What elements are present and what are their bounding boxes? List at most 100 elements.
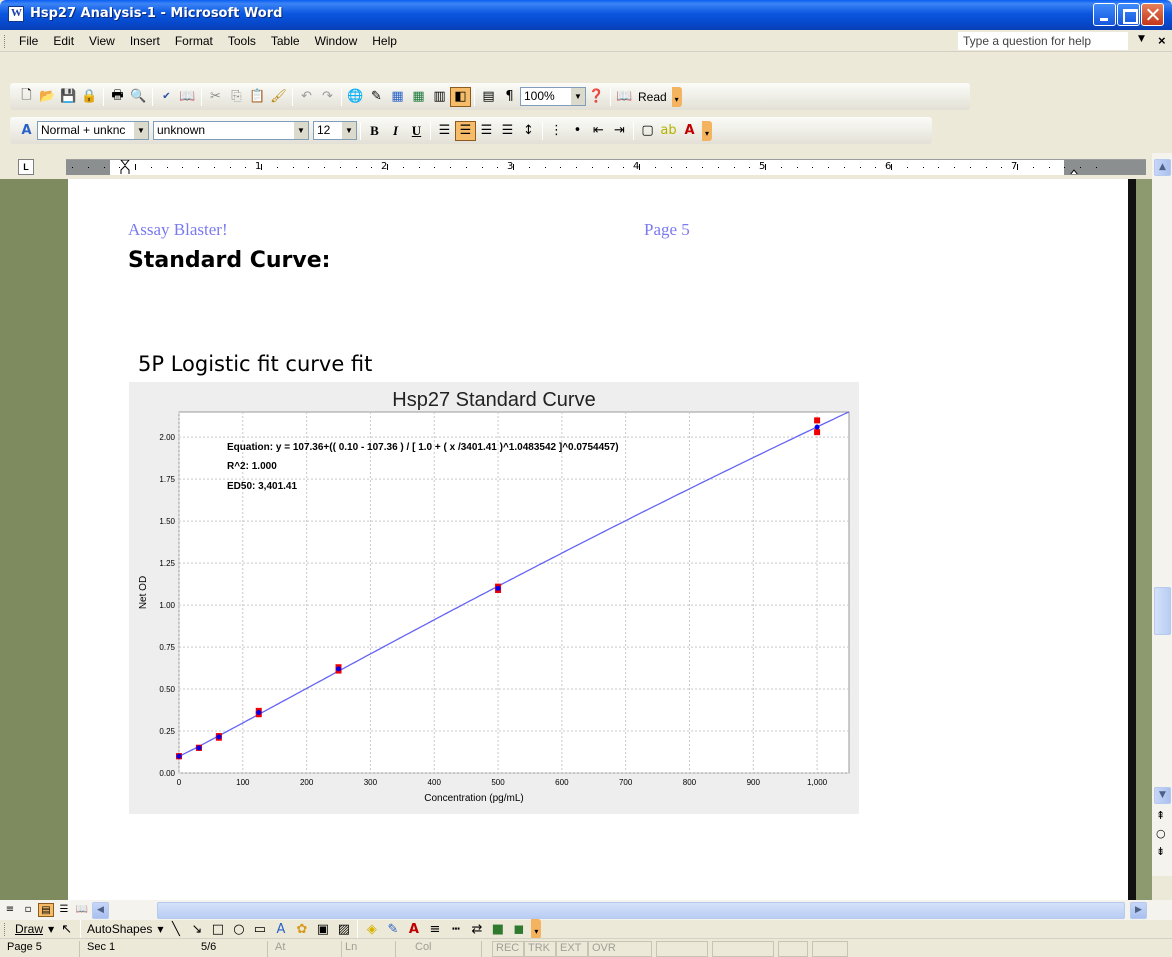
scroll-up-icon[interactable]: ▲ bbox=[1154, 159, 1171, 176]
scroll-down-icon[interactable]: ▼ bbox=[1154, 787, 1171, 804]
horizontal-ruler[interactable]: 1 2 3 4 5 6 7 bbox=[66, 159, 1146, 175]
print-layout-icon[interactable]: ▤ bbox=[38, 903, 54, 917]
highlight-icon[interactable]: ab bbox=[658, 121, 679, 141]
right-indent-marker[interactable] bbox=[1069, 160, 1079, 174]
document-map-icon[interactable]: ▤ bbox=[478, 87, 499, 107]
3d-style-icon[interactable]: ◼ bbox=[508, 919, 529, 939]
new-document-icon[interactable]: 🗋 bbox=[16, 87, 37, 107]
drawing-icon[interactable]: ◧ bbox=[450, 86, 471, 107]
vertical-scroll-thumb[interactable] bbox=[1154, 587, 1171, 635]
draw-toolbar-options-icon[interactable]: ▾ bbox=[531, 919, 542, 939]
close-document-icon[interactable]: × bbox=[1158, 33, 1166, 48]
draw-menu-button[interactable]: Draw bbox=[12, 922, 46, 936]
rectangle-icon[interactable]: □ bbox=[207, 919, 228, 939]
select-objects-icon[interactable]: ↖ bbox=[56, 919, 77, 939]
format-toolbar-options-icon[interactable]: ▾ bbox=[702, 120, 712, 141]
format-painter-icon[interactable]: 🖌 bbox=[268, 87, 289, 107]
scroll-left-icon[interactable]: ◀ bbox=[92, 902, 109, 919]
menu-file[interactable]: File bbox=[12, 34, 46, 48]
align-right-icon[interactable]: ☰ bbox=[476, 121, 497, 141]
save-icon[interactable]: 💾 bbox=[58, 87, 79, 107]
permission-icon[interactable]: 🔒 bbox=[79, 87, 100, 107]
menu-tools[interactable]: Tools bbox=[221, 34, 264, 48]
hyperlink-icon[interactable]: 🌐 bbox=[345, 87, 366, 107]
help-dropdown-icon[interactable]: ▼ bbox=[1138, 34, 1145, 44]
tables-borders-icon[interactable]: ✎ bbox=[366, 87, 387, 107]
menu-insert[interactable]: Insert bbox=[123, 34, 168, 48]
outline-view-icon[interactable]: ☰ bbox=[56, 903, 72, 917]
underline-icon[interactable]: U bbox=[406, 121, 427, 141]
print-preview-icon[interactable]: 🔍 bbox=[128, 87, 149, 107]
cut-icon[interactable]: ✂ bbox=[205, 87, 226, 107]
menu-window[interactable]: Window bbox=[308, 34, 366, 48]
style-dropdown-icon[interactable]: ▼ bbox=[134, 122, 148, 139]
copy-icon[interactable]: ⎘ bbox=[226, 87, 247, 107]
open-folder-icon[interactable]: 📂 bbox=[37, 87, 58, 107]
reading-layout-icon[interactable]: 📖 bbox=[74, 903, 90, 917]
draw-font-color-icon[interactable]: A bbox=[403, 919, 424, 939]
draw-dropdown-icon[interactable]: ▼ bbox=[46, 919, 56, 939]
wordart-icon[interactable]: A bbox=[270, 919, 291, 939]
arrow-icon[interactable]: ↘ bbox=[186, 919, 207, 939]
spelling-icon[interactable]: ✔ bbox=[156, 87, 177, 107]
left-indent-marker[interactable] bbox=[120, 160, 130, 174]
zoom-select[interactable]: 100% ▼ bbox=[520, 87, 586, 106]
font-color-icon[interactable]: A bbox=[679, 121, 700, 141]
close-window-button[interactable] bbox=[1141, 3, 1164, 26]
status-ovr[interactable]: OVR bbox=[588, 941, 652, 957]
menu-edit[interactable]: Edit bbox=[46, 34, 82, 48]
align-center-icon[interactable]: ☰ bbox=[455, 120, 476, 141]
help-icon[interactable]: ❓ bbox=[586, 87, 607, 107]
bullets-icon[interactable]: • bbox=[567, 121, 588, 141]
dash-style-icon[interactable]: ┅ bbox=[445, 919, 466, 939]
menu-view[interactable]: View bbox=[82, 34, 123, 48]
insert-picture-icon[interactable]: ▨ bbox=[333, 919, 354, 939]
font-size-dropdown-icon[interactable]: ▼ bbox=[342, 122, 356, 139]
show-hide-icon[interactable]: ¶ bbox=[499, 87, 520, 107]
status-rec[interactable]: REC bbox=[492, 941, 524, 957]
styles-formatting-icon[interactable]: A bbox=[16, 121, 37, 141]
line-style-icon[interactable]: ≡ bbox=[424, 919, 445, 939]
status-spelling[interactable] bbox=[712, 941, 774, 957]
text-box-icon[interactable]: ▭ bbox=[249, 919, 270, 939]
bold-icon[interactable]: B bbox=[364, 121, 385, 141]
undo-icon[interactable]: ↶ bbox=[296, 87, 317, 107]
line-color-icon[interactable]: ✎ bbox=[382, 919, 403, 939]
fill-color-icon[interactable]: ◈ bbox=[361, 919, 382, 939]
font-dropdown-icon[interactable]: ▼ bbox=[294, 122, 308, 139]
shadow-style-icon[interactable]: ■ bbox=[487, 919, 508, 939]
arrow-style-icon[interactable]: ⇄ bbox=[466, 919, 487, 939]
line-icon[interactable]: ╲ bbox=[165, 919, 186, 939]
italic-icon[interactable]: I bbox=[385, 121, 406, 141]
scroll-right-icon[interactable]: ▶ bbox=[1130, 902, 1147, 919]
minimize-button[interactable] bbox=[1093, 3, 1116, 26]
read-icon[interactable]: 📖 bbox=[614, 87, 635, 107]
previous-page-icon[interactable]: ⇞ bbox=[1156, 809, 1165, 822]
toolbar-options-icon[interactable]: ▾ bbox=[671, 86, 682, 107]
menu-help[interactable]: Help bbox=[365, 34, 405, 48]
font-select[interactable]: unknown ▼ bbox=[153, 121, 309, 140]
next-page-icon[interactable]: ⇟ bbox=[1156, 845, 1165, 858]
status-trk[interactable]: TRK bbox=[524, 941, 556, 957]
clip-art-icon[interactable]: ▣ bbox=[312, 919, 333, 939]
research-icon[interactable]: 📖 bbox=[177, 87, 198, 107]
tab-selector[interactable]: L bbox=[18, 159, 34, 175]
standard-curve-chart[interactable]: Hsp27 Standard Curve 0 100 200 300 400 500 600… bbox=[129, 382, 859, 814]
print-icon[interactable]: 🖶 bbox=[107, 87, 128, 107]
insert-table-icon[interactable]: ▦ bbox=[387, 87, 408, 107]
read-button[interactable]: Read bbox=[635, 90, 670, 104]
word-app-icon[interactable] bbox=[8, 6, 24, 22]
font-size-select[interactable]: 12 ▼ bbox=[313, 121, 357, 140]
redo-icon[interactable]: ↷ bbox=[317, 87, 338, 107]
line-spacing-icon[interactable]: ↕ bbox=[518, 121, 539, 141]
select-browse-object-icon[interactable]: ○ bbox=[1156, 827, 1166, 840]
horizontal-scroll-thumb[interactable] bbox=[157, 902, 1125, 919]
insert-excel-icon[interactable]: ▦ bbox=[408, 87, 429, 107]
increase-indent-icon[interactable]: ⇥ bbox=[609, 121, 630, 141]
numbering-icon[interactable]: ⋮ bbox=[546, 121, 567, 141]
diagram-icon[interactable]: ✿ bbox=[291, 919, 312, 939]
borders-icon[interactable]: ▢ bbox=[637, 121, 658, 141]
decrease-indent-icon[interactable]: ⇤ bbox=[588, 121, 609, 141]
maximize-button[interactable] bbox=[1117, 3, 1140, 26]
status-ext[interactable]: EXT bbox=[556, 941, 588, 957]
